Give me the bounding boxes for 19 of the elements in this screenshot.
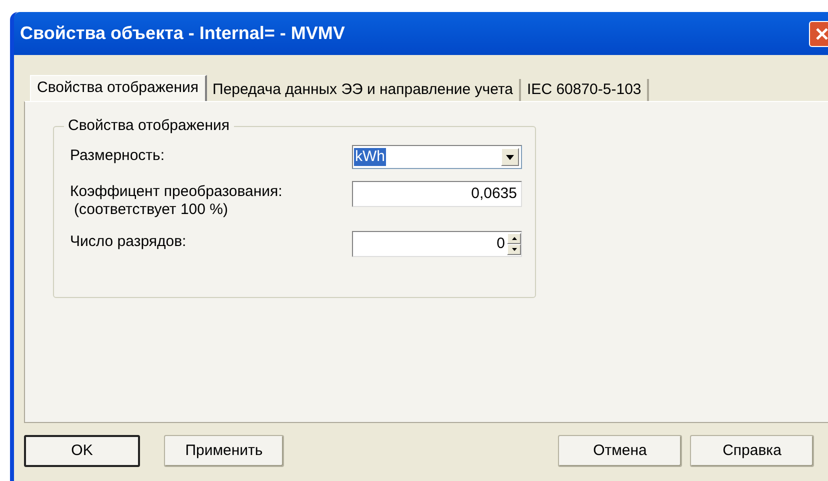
window-title: Свойства объекта - Internal= - MVMV bbox=[20, 22, 345, 45]
dialog-button[interactable]: OK bbox=[24, 435, 140, 467]
dropdown-value: kWh bbox=[354, 148, 386, 166]
field-label: Число разрядов: bbox=[70, 233, 188, 251]
spinner-arrows-icon[interactable] bbox=[507, 233, 521, 255]
field-label: Коэффицент преобразования: bbox=[70, 183, 284, 201]
coefficient-field[interactable]: 0,0635 bbox=[352, 181, 522, 207]
close-icon bbox=[814, 26, 828, 40]
field-note: (соответствует 100 %) bbox=[73, 201, 229, 219]
field-label: Размерность: bbox=[70, 147, 166, 165]
close-button[interactable] bbox=[809, 20, 828, 46]
dialog-button[interactable]: Применить bbox=[164, 435, 284, 467]
spinner-value: 0 bbox=[496, 234, 506, 254]
unit-dropdown[interactable]: kWh bbox=[352, 145, 522, 169]
group-title: Свойства отображения bbox=[64, 117, 234, 135]
tab[interactable]: Свойства отображения bbox=[30, 75, 207, 101]
dialog-button[interactable]: Отмена bbox=[558, 435, 682, 467]
dialog-button[interactable]: Справка bbox=[690, 435, 814, 467]
digits-spinner[interactable]: 0 bbox=[352, 231, 522, 257]
